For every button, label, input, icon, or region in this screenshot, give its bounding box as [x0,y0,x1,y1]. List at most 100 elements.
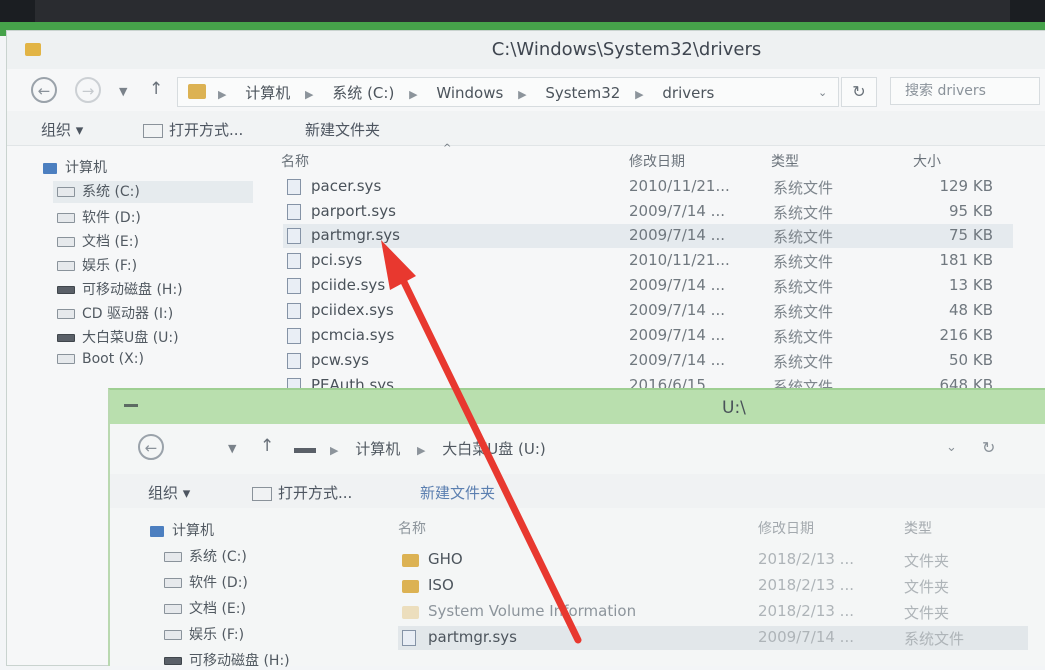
nav-item-computer[interactable]: 计算机 [150,520,214,540]
file-date: 2009/7/14 ... [629,301,725,319]
file-size: 50 KB [949,351,993,369]
new-folder-button[interactable]: 新建文件夹 [420,482,495,503]
nav-item-system-c[interactable]: 系统 (C:) [53,181,253,203]
nav-item-system-c[interactable]: 系统 (C:) [164,546,247,566]
nav-item-label: 娱乐 (F:) [189,627,245,643]
file-row-selected[interactable]: partmgr.sys 2009/7/14 ... 系统文件 [398,626,1028,650]
back-button[interactable]: ← [138,434,164,460]
file-date: 2009/7/14 ... [629,226,725,244]
window-title: C:\Windows\System32\drivers [491,39,762,60]
column-header-type[interactable]: 类型 [904,518,932,538]
breadcrumb[interactable]: ▶ 计算机 ▶ 大白菜U盘 (U:) [330,438,558,459]
chevron-right-icon: ▶ [218,88,227,101]
system-file-icon [287,303,301,319]
folder-icon [402,606,419,619]
nav-item-computer[interactable]: 计算机 [43,157,107,177]
file-row[interactable]: pcmcia.sys 2009/7/14 ... 系统文件 216 KB [283,324,1013,348]
folder-row[interactable]: GHO 2018/2/13 ... 文件夹 [398,548,1028,572]
open-with-button[interactable]: 打开方式... [143,119,243,140]
address-dropdown-chevron-icon[interactable]: ⌄ [946,440,957,455]
file-row[interactable]: pciidex.sys 2009/7/14 ... 系统文件 48 KB [283,299,1013,323]
nav-item-label: 软件 (D:) [82,210,141,226]
organize-button[interactable]: 组织 ▾ [41,119,83,140]
file-date: 2010/11/21... [629,251,730,269]
open-with-button[interactable]: 打开方式... [252,482,352,503]
folder-row[interactable]: System Volume Information 2018/2/13 ... 文件… [398,600,1028,624]
navigation-pane: 计算机 系统 (C:) 软件 (D:) 文档 (E:) 娱乐 (F:) 可移动磁… [110,518,390,670]
open-with-icon [143,123,163,138]
nav-item-removable-h[interactable]: 可移动磁盘 (H:) [164,650,290,670]
breadcrumb-item[interactable]: Windows [436,84,503,102]
open-with-label: 打开方式... [169,121,244,139]
open-with-icon [252,486,272,501]
column-header-date[interactable]: 修改日期 [758,518,814,538]
minimize-icon[interactable] [124,404,138,407]
nav-item-software-d[interactable]: 软件 (D:) [57,207,141,227]
address-bar[interactable]: ▶ 计算机 ▶ 大白菜U盘 (U:) [330,434,1045,462]
file-type: 系统文件 [773,204,834,222]
usb-drive-icon [294,448,316,453]
file-row[interactable]: pci.sys 2010/11/21... 系统文件 181 KB [283,249,1013,273]
breadcrumb-item[interactable]: System32 [545,84,620,102]
recent-locations-chevron-icon[interactable]: ▼ [228,442,236,455]
file-row[interactable]: pcw.sys 2009/7/14 ... 系统文件 50 KB [283,349,1013,373]
file-size: 216 KB [939,326,993,344]
nav-item-entertainment-f[interactable]: 娱乐 (F:) [164,624,244,644]
forward-button[interactable]: → [75,77,101,103]
column-header-date[interactable]: 修改日期 [629,151,685,171]
file-name: partmgr.sys [428,628,517,646]
file-date: 2018/2/13 ... [758,550,854,568]
explorer-window-usb[interactable]: U:\ ← ▼ ↑ ▶ 计算机 ▶ 大白菜U盘 (U:) ⌄ ↻ 组织 ▾ 打开… [108,388,1045,670]
folder-icon [402,580,419,593]
file-row-selected[interactable]: partmgr.sys 2009/7/14 ... 系统文件 75 KB [283,224,1013,248]
refresh-button[interactable]: ↻ [982,438,995,457]
breadcrumb[interactable]: ▶ 计算机 ▶ 系统 (C:) ▶ Windows ▶ System32 ▶ d… [218,82,724,103]
address-bar[interactable]: ▶ 计算机 ▶ 系统 (C:) ▶ Windows ▶ System32 ▶ d… [177,77,839,107]
file-row[interactable]: parport.sys 2009/7/14 ... 系统文件 95 KB [283,200,1013,224]
title-bar[interactable]: U:\ [110,390,1045,424]
up-button[interactable]: ↑ [260,436,274,456]
nav-item-cd-drive-i[interactable]: CD 驱动器 (I:) [57,303,173,323]
nav-item-software-d[interactable]: 软件 (D:) [164,572,248,592]
file-type: 系统文件 [773,253,834,271]
back-button[interactable]: ← [31,77,57,103]
new-folder-button[interactable]: 新建文件夹 [305,119,380,140]
nav-item-entertainment-f[interactable]: 娱乐 (F:) [57,255,137,275]
search-input[interactable]: 搜索 drivers [890,77,1040,105]
screen-top-bar [0,0,1045,22]
breadcrumb-item[interactable]: 计算机 [245,84,290,102]
file-size: 13 KB [949,276,993,294]
file-type: 系统文件 [904,630,965,648]
file-row[interactable]: pacer.sys 2010/11/21... 系统文件 129 KB [283,175,1013,199]
chevron-right-icon: ▶ [518,88,527,101]
column-header-name[interactable]: 名称 [281,151,309,171]
file-date: 2009/7/14 ... [629,326,725,344]
column-header-name[interactable]: 名称 [398,518,426,538]
nav-item-label: 系统 (C:) [189,549,247,565]
nav-item-removable-h[interactable]: 可移动磁盘 (H:) [57,279,183,299]
file-size: 48 KB [949,301,993,319]
column-header-type[interactable]: 类型 [771,151,799,171]
recent-locations-chevron-icon[interactable]: ▼ [119,85,127,98]
breadcrumb-item[interactable]: 系统 (C:) [332,84,394,102]
address-dropdown-chevron-icon[interactable]: ⌄ [818,86,827,99]
title-bar[interactable]: C:\Windows\System32\drivers [7,31,1045,69]
nav-item-documents-e[interactable]: 文档 (E:) [57,231,139,251]
breadcrumb-item[interactable]: 大白菜U盘 (U:) [442,440,545,458]
folder-row[interactable]: ISO 2018/2/13 ... 文件夹 [398,574,1028,598]
refresh-button[interactable]: ↻ [841,77,877,107]
drive-icon [164,604,182,614]
organize-button[interactable]: 组织 ▾ [148,482,190,503]
column-header-size[interactable]: 大小 [913,151,941,171]
file-name: pciide.sys [311,276,386,294]
nav-item-boot-x[interactable]: Boot (X:) [57,351,144,367]
folder-icon [402,554,419,567]
file-row[interactable]: pciide.sys 2009/7/14 ... 系统文件 13 KB [283,274,1013,298]
nav-item-documents-e[interactable]: 文档 (E:) [164,598,246,618]
navigation-pane: 计算机 系统 (C:) 软件 (D:) 文档 (E:) 娱乐 (F:) 可移动磁… [7,149,257,389]
breadcrumb-item[interactable]: 计算机 [355,440,400,458]
breadcrumb-item[interactable]: drivers [662,84,714,102]
nav-item-label: 软件 (D:) [189,575,248,591]
up-button[interactable]: ↑ [149,79,163,99]
nav-item-usb-u[interactable]: 大白菜U盘 (U:) [57,327,179,347]
